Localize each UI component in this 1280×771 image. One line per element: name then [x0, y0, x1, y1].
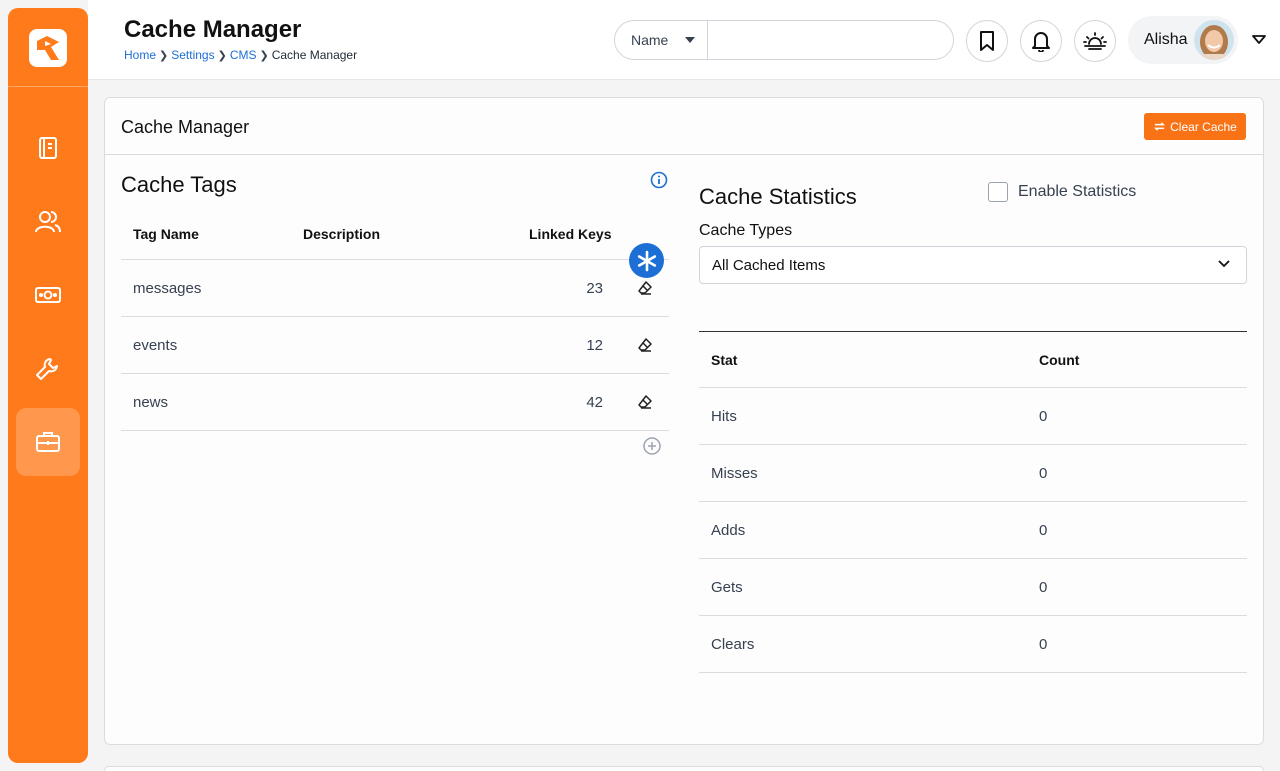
clear-cache-label: Clear Cache [1170, 119, 1237, 134]
briefcase-icon [36, 432, 60, 452]
eraser-icon[interactable] [637, 280, 653, 296]
stat-name: Hits [711, 408, 737, 425]
search-filter-select[interactable]: Name [615, 21, 708, 59]
search-bar: Name [614, 20, 954, 60]
cache-manager-card: Cache Manager Clear Cache Cache Tags Tag… [104, 97, 1264, 745]
enable-statistics-label: Enable Statistics [1018, 183, 1137, 200]
clear-cache-button[interactable]: Clear Cache [1144, 113, 1246, 140]
stat-count: 0 [1039, 579, 1048, 596]
table-row: events 12 [121, 316, 669, 373]
column-count: Count [1039, 352, 1080, 368]
table-row: news 42 [121, 373, 669, 430]
cache-statistics-title: Cache Statistics [699, 184, 857, 209]
table-row: Misses 0 [699, 445, 1247, 502]
asterisk-badge[interactable] [629, 243, 664, 278]
stat-count: 0 [1039, 522, 1048, 539]
table-row: Gets 0 [699, 559, 1247, 616]
cache-types-select[interactable]: All Cached Items [699, 246, 1247, 284]
divider [121, 430, 669, 431]
avatar[interactable] [1194, 20, 1234, 60]
sidebar-item-finance[interactable] [16, 261, 80, 329]
card-title: Cache Manager [121, 117, 250, 137]
asterisk-icon [637, 250, 656, 271]
statistics-table: Stat Count Hits 0 Misses 0 Adds 0 Gets 0… [699, 331, 1247, 673]
cache-types-label: Cache Types [699, 222, 793, 239]
card-header: Cache Manager Clear Cache [105, 98, 1263, 155]
chevron-right-icon: ❯ [159, 49, 169, 62]
info-icon[interactable] [650, 171, 668, 189]
cache-types-value: All Cached Items [712, 257, 826, 274]
wrench-icon [36, 358, 58, 380]
table-row: messages 23 [121, 259, 669, 316]
tag-linked-keys: 23 [586, 280, 603, 297]
avatar-image [1194, 20, 1234, 60]
enable-statistics-checkbox[interactable] [988, 182, 1008, 202]
app-logo[interactable] [29, 29, 67, 67]
refresh-icon [1154, 122, 1166, 131]
stat-name: Misses [711, 465, 758, 482]
cache-tags-title: Cache Tags [121, 172, 237, 197]
notebook-icon [39, 137, 57, 159]
search-input[interactable] [708, 21, 953, 59]
table-row: Clears 0 [699, 616, 1247, 673]
user-menu[interactable]: Alisha [1128, 16, 1238, 64]
tag-linked-keys: 42 [586, 394, 603, 411]
breadcrumb-cms[interactable]: CMS [230, 48, 257, 62]
tag-linked-keys: 12 [586, 337, 603, 354]
column-description: Description [303, 226, 381, 242]
sunrise-icon [1083, 32, 1107, 50]
stat-name: Clears [711, 636, 755, 653]
column-stat: Stat [711, 352, 738, 368]
caret-down-icon[interactable] [1252, 35, 1266, 44]
breadcrumb-current: Cache Manager [271, 48, 358, 62]
chevron-down-icon [1218, 260, 1230, 268]
bookmark-icon [980, 31, 994, 51]
chevron-right-icon: ❯ [217, 49, 227, 62]
chevron-right-icon: ❯ [259, 49, 269, 62]
enable-statistics-toggle[interactable]: Enable Statistics [988, 182, 1136, 202]
stat-name: Gets [711, 579, 743, 596]
tag-name: news [133, 394, 169, 411]
bookmark-button[interactable] [966, 20, 1008, 62]
logo-icon [37, 36, 59, 60]
money-icon [35, 287, 61, 303]
breadcrumb-settings[interactable]: Settings [171, 48, 214, 62]
secondary-card [104, 766, 1264, 771]
sidebar [8, 8, 88, 763]
caret-down-icon [685, 37, 695, 43]
table-header: Stat Count [699, 332, 1247, 388]
breadcrumb-home[interactable]: Home [124, 48, 156, 62]
bell-icon [1032, 32, 1050, 52]
column-tag-name: Tag Name [133, 226, 199, 242]
notifications-button[interactable] [1020, 20, 1062, 62]
divider [8, 86, 88, 87]
users-icon [35, 211, 61, 233]
stat-count: 0 [1039, 465, 1048, 482]
stat-count: 0 [1039, 408, 1048, 425]
table-row: Adds 0 [699, 502, 1247, 559]
table-row: Hits 0 [699, 388, 1247, 445]
breadcrumb: Home ❯ Settings ❯ CMS ❯ Cache Manager [124, 48, 357, 62]
theme-toggle-button[interactable] [1074, 20, 1116, 62]
search-filter-value: Name [631, 32, 669, 48]
sidebar-item-tools[interactable] [16, 335, 80, 403]
stat-name: Adds [711, 522, 746, 539]
add-circle-icon[interactable] [642, 436, 662, 456]
column-linked-keys: Linked Keys [529, 226, 612, 242]
page-title: Cache Manager [124, 16, 302, 43]
sidebar-item-users[interactable] [16, 188, 80, 256]
tag-name: messages [133, 280, 202, 297]
top-bar: Cache Manager Home ❯ Settings ❯ CMS ❯ Ca… [88, 0, 1280, 80]
user-name: Alisha [1144, 31, 1188, 48]
sidebar-item-notebook[interactable] [16, 114, 80, 182]
tag-name: events [133, 337, 178, 354]
eraser-icon[interactable] [637, 394, 653, 410]
stat-count: 0 [1039, 636, 1048, 653]
eraser-icon[interactable] [637, 337, 653, 353]
sidebar-item-briefcase[interactable] [16, 408, 80, 476]
